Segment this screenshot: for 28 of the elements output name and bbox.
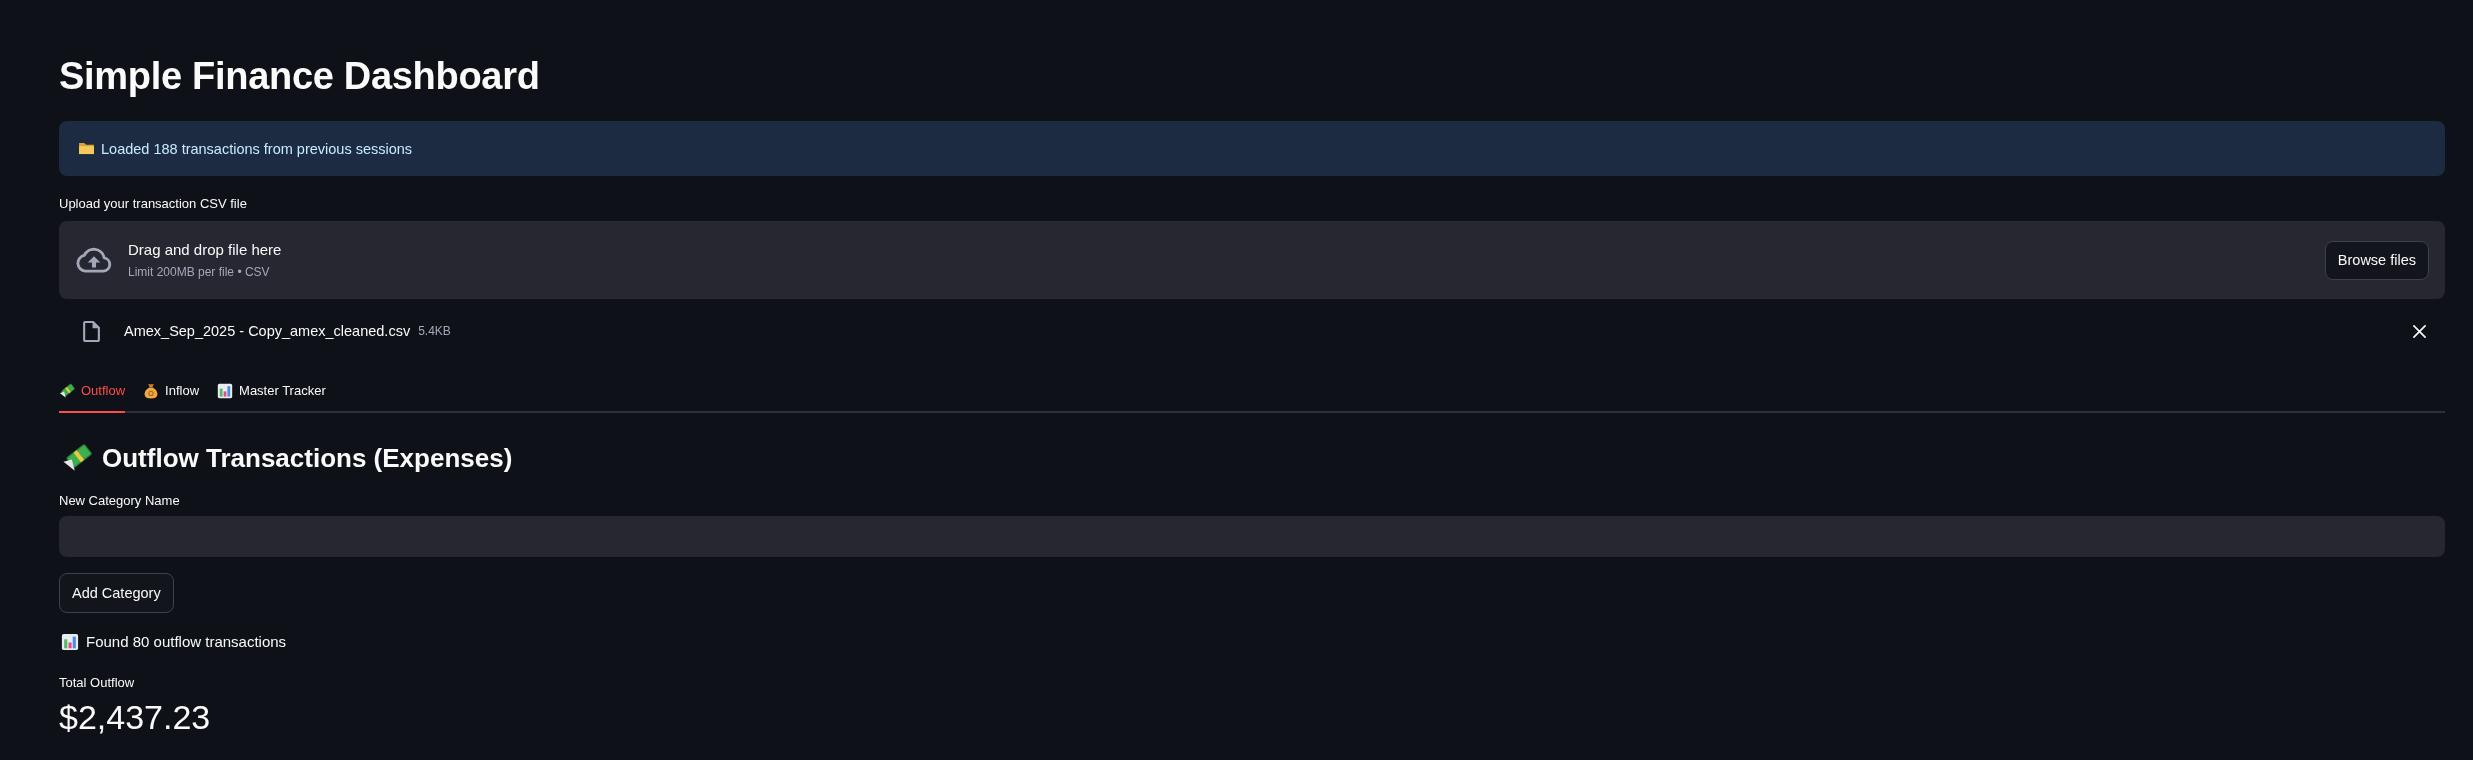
money-bag-icon — [143, 382, 160, 399]
tab[interactable]: Outflow — [59, 370, 126, 413]
input-label: New Category Name — [59, 492, 180, 510]
add-category-button[interactable]: Add Category — [59, 573, 174, 613]
upload-label: Upload your transaction CSV file — [59, 195, 247, 213]
metric-value: $2,437.23 — [59, 697, 211, 738]
metric-label: Total Outflow — [59, 674, 135, 692]
category-name-input[interactable] — [59, 516, 2445, 557]
dropzone-hint: Limit 200MB per file • CSV — [128, 264, 270, 281]
cloud-upload-icon — [75, 247, 113, 273]
tab[interactable]: Master Tracker — [217, 370, 326, 413]
upload-dropzone[interactable]: Drag and drop file here Limit 200MB per file • CSV Browse files — [59, 221, 2445, 299]
info-message: Loaded 188 transactions from previous sessions — [101, 140, 413, 157]
folder-icon — [78, 142, 95, 155]
section-heading: Outflow Transactions (Expenses) — [102, 442, 513, 475]
page-title: Simple Finance Dashboard — [59, 54, 540, 99]
tab[interactable]: Inflow — [143, 370, 200, 413]
status-message: Found 80 outflow transactions — [86, 632, 287, 652]
browse-files-button[interactable]: Browse files — [2324, 240, 2429, 280]
money-icon — [59, 382, 75, 399]
close-icon[interactable] — [2413, 324, 2426, 338]
dropzone-title: Drag and drop file here — [128, 240, 282, 260]
file-icon — [83, 320, 100, 342]
file-name: Amex_Sep_2025 - Copy_amex_cleaned.csv — [124, 323, 411, 339]
bar-chart-icon — [61, 633, 79, 651]
file-size: 5.4KB — [418, 324, 452, 338]
money-icon — [62, 443, 92, 473]
bar-chart-icon — [217, 382, 234, 399]
